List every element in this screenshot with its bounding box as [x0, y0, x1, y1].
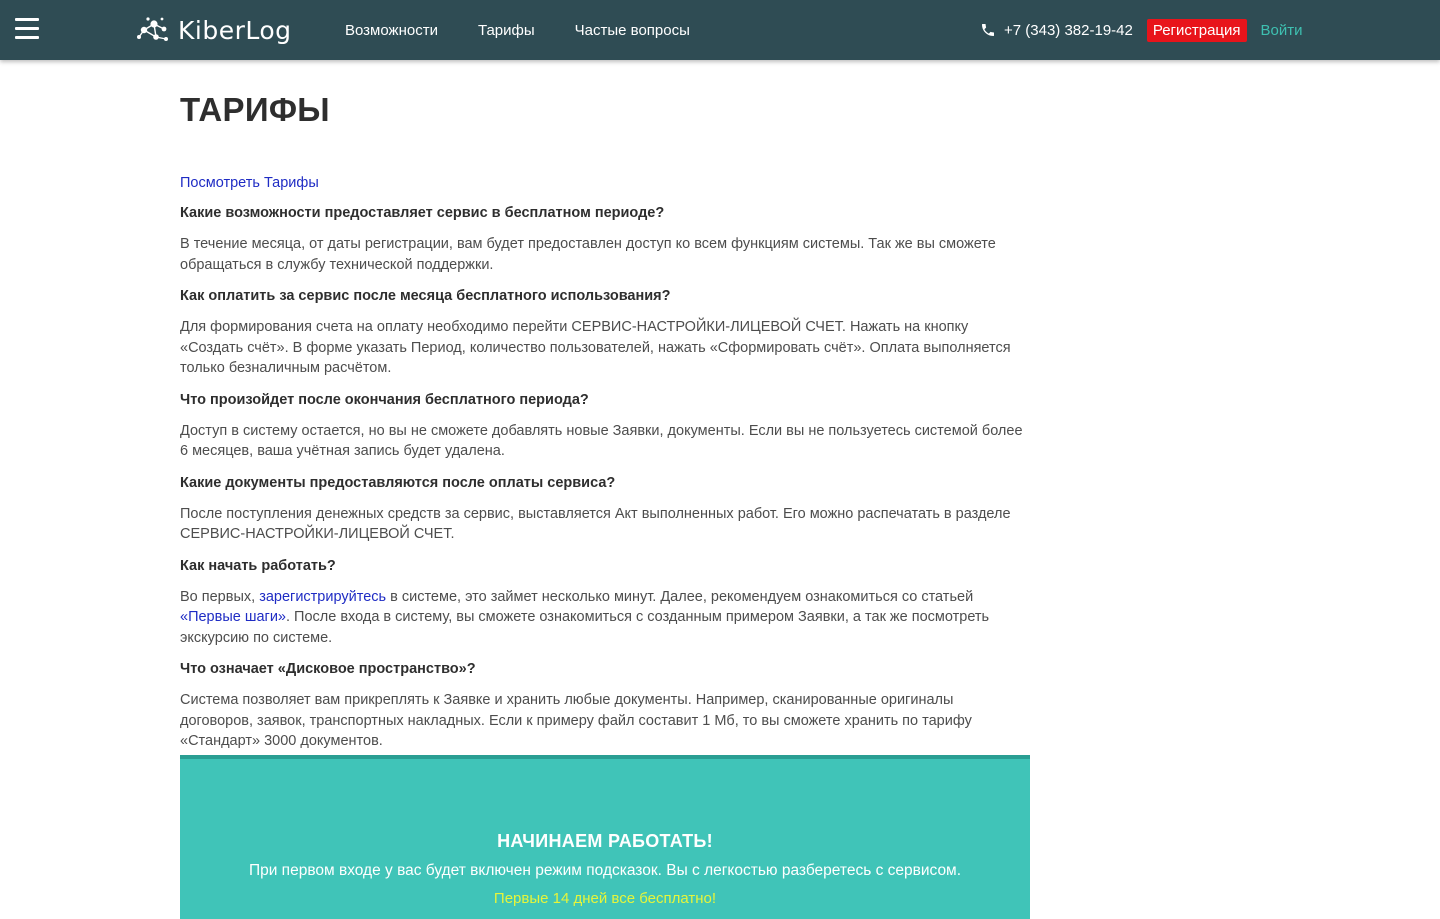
answer-text: Во первых, [180, 588, 260, 605]
login-link[interactable]: Войти [1261, 22, 1303, 39]
main-content: ТАРИФЫ Посмотреть Тарифы Какие возможнос… [180, 90, 1030, 752]
faq-question: Что означает «Дисковое пространство»? [180, 661, 476, 677]
faq-question: Как оплатить за сервис после месяца бесп… [180, 288, 671, 304]
faq-answer: Доступ в систему остается, но вы не смож… [180, 422, 1023, 460]
nav-item-features[interactable]: Возможности [345, 22, 438, 39]
faq-answer: В течение месяца, от даты регистрации, в… [180, 236, 996, 273]
cta-title: НАЧИНАЕМ РАБОТАТЬ! [497, 831, 713, 851]
nav-item-faq[interactable]: Частые вопросы [575, 22, 690, 39]
main-nav: Возможности Тарифы Частые вопросы [345, 0, 730, 60]
cta-text: При первом входе у вас будет включен реж… [248, 862, 962, 879]
register-inline-link[interactable]: зарегистрируйтесь [259, 589, 386, 605]
phone-icon [982, 24, 994, 36]
logo[interactable]: KiberLog [136, 14, 292, 46]
faq-answer: После поступления денежных средств за се… [180, 505, 1011, 543]
view-tariffs-link[interactable]: Посмотреть Тарифы [180, 174, 1030, 192]
cta-promo: Первые 14 дней все бесплатно! [493, 890, 717, 907]
faq-answer: Для формирования счета на оплату необход… [180, 319, 1011, 376]
faq-question: Какие возможности предоставляет сервис в… [180, 205, 665, 221]
menu-icon[interactable] [15, 18, 39, 40]
phone-number: +7 (343) 382-19-42 [1004, 21, 1133, 39]
header-actions: +7 (343) 382-19-42 Регистрация Войти [980, 0, 1303, 60]
faq-answer: Система позволяет вам прикреплять к Заяв… [180, 692, 972, 749]
faq-question: Какие документы предоставляются после оп… [180, 474, 616, 491]
faq-question: Что произойдет после окончания бесплатно… [180, 391, 589, 408]
first-steps-link[interactable]: «Первые шаги» [180, 609, 286, 625]
nav-item-tariffs[interactable]: Тарифы [478, 22, 535, 39]
page-title: ТАРИФЫ [180, 91, 330, 128]
register-button[interactable]: Регистрация [1146, 18, 1247, 42]
answer-text: в системе, это займет несколько минут. Д… [386, 588, 974, 605]
logo-text: KiberLog [178, 15, 292, 45]
top-navbar: KiberLog Возможности Тарифы Частые вопро… [0, 0, 1440, 60]
faq-answer: Во первых, зарегистрируйтесь в системе, … [180, 587, 1030, 649]
answer-text: . После входа в систему, вы сможете озна… [180, 609, 990, 646]
logo-molecule-icon [137, 17, 168, 41]
cta-banner: НАЧИНАЕМ РАБОТАТЬ! При первом входе у ва… [180, 755, 1030, 919]
phone-contact[interactable]: +7 (343) 382-19-42 [980, 22, 1133, 39]
faq-question: Как начать работать? [180, 557, 336, 574]
